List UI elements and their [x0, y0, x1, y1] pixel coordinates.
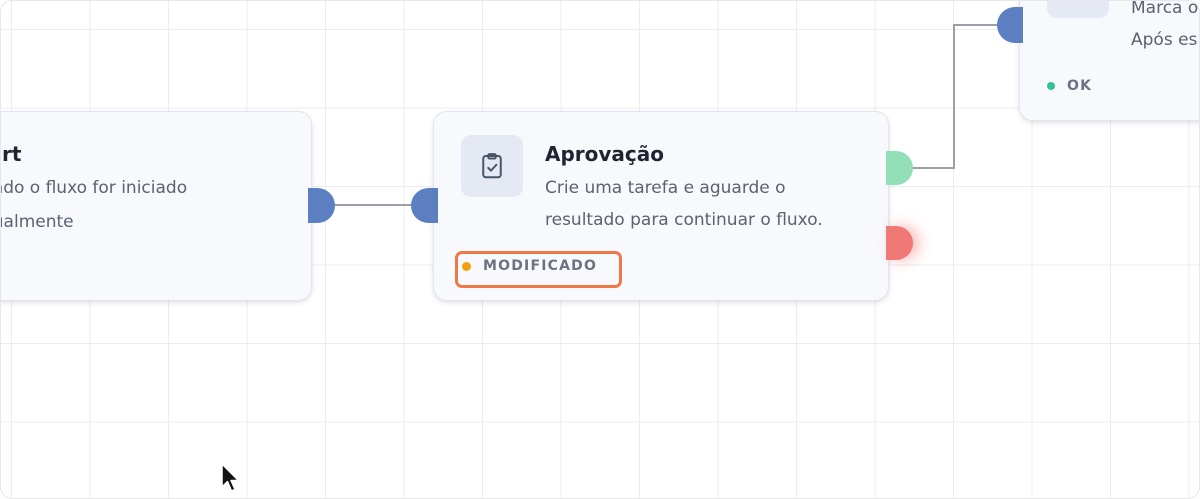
approval-input-handle[interactable] [411, 188, 438, 223]
node-start-title: rt [2, 142, 22, 166]
node-ok-branch[interactable]: Marca o Após es OK [1019, 0, 1199, 121]
node-start[interactable]: rt ando o fluxo for iniciado nualmente [0, 111, 312, 301]
flow-canvas[interactable]: rt ando o fluxo for iniciado nualmente A… [0, 0, 1200, 499]
node-approval-description-line2: resultado para continuar o fluxo. [545, 210, 823, 230]
node-start-description-line1: ando o fluxo for iniciado [0, 178, 188, 198]
node-ok-status-badge: OK [1047, 78, 1092, 94]
status-highlight-box [455, 251, 622, 288]
clipboard-check-icon [482, 153, 502, 179]
status-dot-icon [1047, 82, 1055, 90]
ok-branch-icon-box [1047, 1, 1109, 18]
approval-icon-box [461, 135, 523, 197]
node-ok-status-label: OK [1067, 78, 1093, 94]
node-approval-description-line1: Crie uma tarefa e aguarde o [545, 178, 786, 198]
node-ok-description-line2: Após es [1131, 30, 1198, 50]
mouse-cursor-icon [221, 463, 240, 492]
node-approval-title: Aprovação [545, 142, 665, 166]
edge-approval-to-ok [909, 24, 1001, 169]
node-start-description-line2: nualmente [1, 212, 74, 232]
node-ok-description-line1: Marca o [1131, 0, 1199, 18]
